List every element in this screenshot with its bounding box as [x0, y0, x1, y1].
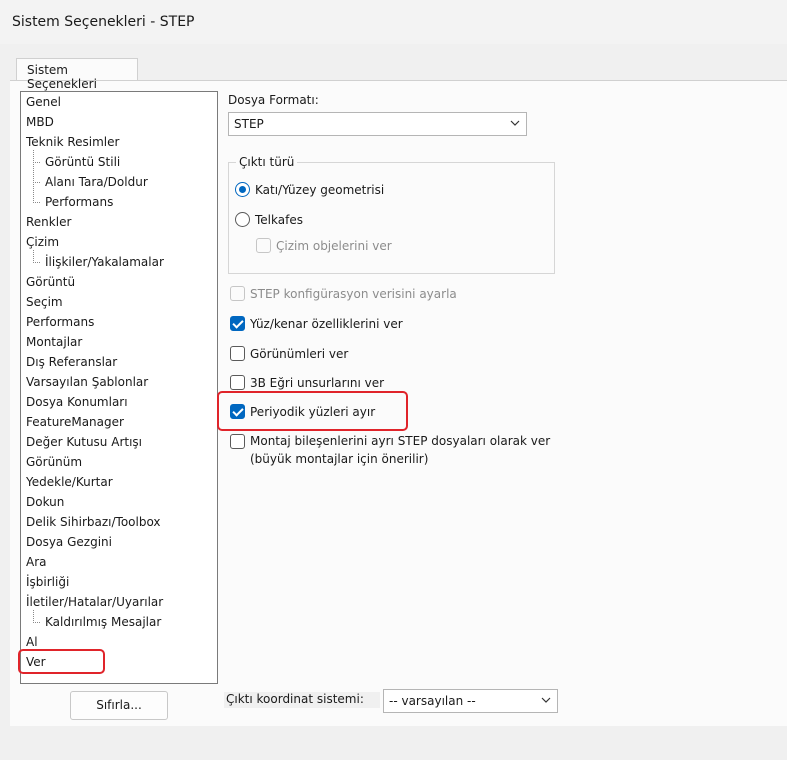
output-type-title: Çıktı türü [236, 155, 298, 169]
tree-item-goruntu-stili[interactable]: Görüntü Stili [45, 153, 120, 171]
tree-item-cizim[interactable]: Çizim [26, 233, 59, 251]
highlight-split-periodic [217, 391, 408, 431]
sketch-entities-checkbox[interactable] [256, 238, 271, 253]
tree-item-deger-kutusu-artisi[interactable]: Değer Kutusu Artışı [26, 433, 142, 451]
assembly-components-label: Montaj bileşenlerini ayrı STEP dosyaları… [250, 434, 551, 448]
coord-system-label: Çıktı koordinat sistemi: [224, 692, 380, 708]
tree-item-goruntu[interactable]: Görüntü [26, 273, 75, 291]
tree-item-genel[interactable]: Genel [26, 93, 61, 111]
tree-guide [33, 150, 34, 203]
tree-item-kaldirilmis-mesajlar[interactable]: Kaldırılmış Mesajlar [45, 613, 161, 631]
step-config-label: STEP konfigürasyon verisini ayarla [250, 287, 457, 301]
tree-item-ara[interactable]: Ara [26, 553, 47, 571]
views-label: Görünümleri ver [250, 347, 349, 361]
tree-item-alani-tara-doldur[interactable]: Alanı Tara/Doldur [45, 173, 148, 191]
tree-item-mbd[interactable]: MBD [26, 113, 54, 131]
assembly-components-sublabel: (büyük montajlar için önerilir) [250, 452, 429, 466]
file-format-label: Dosya Formatı: [228, 93, 319, 107]
curve3d-checkbox[interactable] [230, 375, 245, 390]
assembly-components-checkbox[interactable] [230, 434, 245, 449]
coord-system-select[interactable]: -- varsayılan -- [383, 689, 558, 713]
step-config-checkbox[interactable] [230, 286, 245, 301]
curve3d-label: 3B Eğri unsurlarını ver [250, 376, 385, 390]
tree-item-gorunum[interactable]: Görünüm [26, 453, 82, 471]
face-edge-label: Yüz/kenar özelliklerini ver [250, 317, 403, 331]
tree-guide [33, 202, 40, 203]
tree-item-dis-referanslar[interactable]: Dış Referanslar [26, 353, 117, 371]
tree-item-dosya-gezgini[interactable]: Dosya Gezgini [26, 533, 112, 551]
tree-guide [33, 622, 40, 623]
tree-item-performans[interactable]: Performans [26, 313, 94, 331]
tree-guide [33, 182, 40, 183]
chevron-down-icon [510, 120, 520, 126]
tree-guide [33, 162, 40, 163]
tree-item-secim[interactable]: Seçim [26, 293, 63, 311]
title-bar: Sistem Seçenekleri - STEP [0, 0, 787, 44]
tree-item-dosya-konumlari[interactable]: Dosya Konumları [26, 393, 128, 411]
reset-button[interactable]: Sıfırla... [70, 691, 168, 720]
tree-item-dokun[interactable]: Dokun [26, 493, 64, 511]
tree-item-iliskiler-yakalamalar[interactable]: İlişkiler/Yakalamalar [45, 253, 164, 271]
tree-item-delik-sihirbazi[interactable]: Delik Sihirbazı/Toolbox [26, 513, 161, 531]
tree-item-yedekle-kurtar[interactable]: Yedekle/Kurtar [26, 473, 113, 491]
tree-guide [33, 262, 40, 263]
coord-system-value: -- varsayılan -- [389, 694, 476, 708]
tab-system-options[interactable]: Sistem Seçenekleri [16, 58, 138, 91]
solid-surface-label: Katı/Yüzey geometrisi [255, 183, 385, 197]
window-title: Sistem Seçenekleri - STEP [12, 14, 195, 30]
face-edge-checkbox[interactable] [230, 316, 245, 331]
highlight-ver [18, 649, 105, 674]
file-format-value: STEP [234, 117, 264, 131]
file-format-select[interactable]: STEP [228, 112, 527, 136]
tree-item-renkler[interactable]: Renkler [26, 213, 71, 231]
tree-item-isbirligi[interactable]: İşbirliği [26, 573, 69, 591]
wireframe-radio[interactable] [235, 212, 250, 227]
tree-item-featuremanager[interactable]: FeatureManager [26, 413, 124, 431]
options-tree[interactable]: Genel MBD Teknik Resimler Görüntü Stili … [20, 91, 218, 684]
sketch-entities-label: Çizim objelerini ver [276, 239, 392, 253]
tree-item-iletiler[interactable]: İletiler/Hatalar/Uyarılar [26, 593, 163, 611]
solid-surface-radio[interactable] [235, 182, 250, 197]
wireframe-label: Telkafes [255, 213, 303, 227]
tree-item-montajlar[interactable]: Montajlar [26, 333, 82, 351]
views-checkbox[interactable] [230, 346, 245, 361]
tree-item-performans-drawing[interactable]: Performans [45, 193, 113, 211]
tree-item-varsayilan-sablonlar[interactable]: Varsayılan Şablonlar [26, 373, 148, 391]
chevron-down-icon [541, 697, 551, 703]
tree-item-teknik-resimler[interactable]: Teknik Resimler [26, 133, 119, 151]
